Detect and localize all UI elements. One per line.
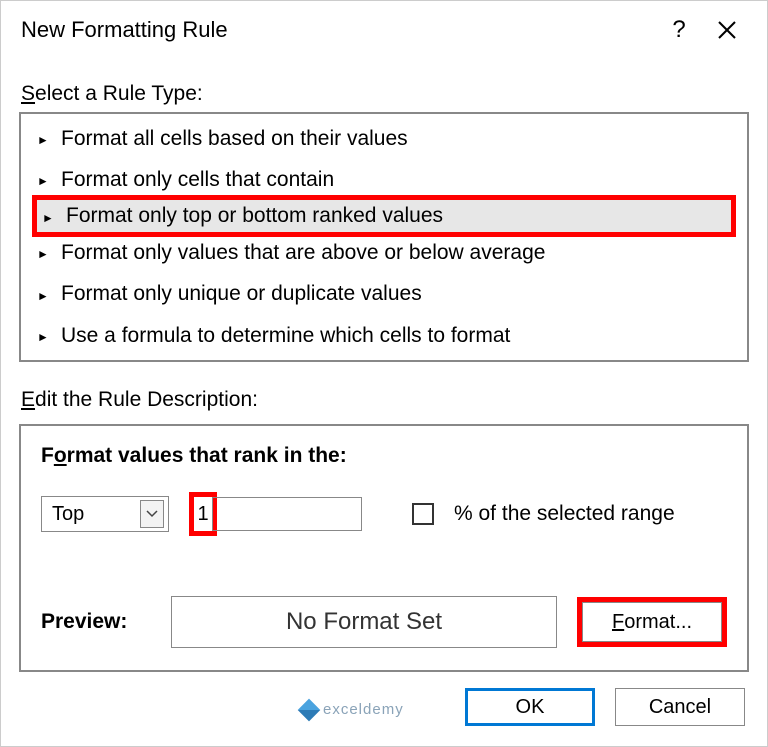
new-formatting-rule-dialog: New Formatting Rule ? Select a Rule Type…	[0, 0, 768, 747]
preview-text: No Format Set	[286, 608, 442, 636]
select-rule-type-label: Select a Rule Type:	[21, 82, 749, 106]
preview-box: No Format Set	[171, 596, 557, 648]
rule-item-2[interactable]: ► Format only top or bottom ranked value…	[32, 195, 736, 236]
percent-label: % of the selected range	[454, 502, 675, 526]
rule-icon: ►	[37, 246, 51, 263]
combo-value: Top	[52, 503, 84, 526]
rank-value-field-ext[interactable]	[212, 497, 362, 531]
rule-item-label: Format all cells based on their values	[61, 124, 408, 153]
titlebar: New Formatting Rule ?	[1, 1, 767, 60]
rule-item-label: Format only top or bottom ranked values	[66, 201, 443, 230]
rule-item-label: Format only values that are above or bel…	[61, 238, 545, 267]
rule-icon: ►	[42, 210, 56, 227]
percent-checkbox[interactable]	[412, 503, 434, 525]
preview-label: Preview:	[41, 610, 151, 634]
cancel-label: Cancel	[649, 696, 711, 719]
cancel-button[interactable]: Cancel	[615, 688, 745, 726]
rule-item-1[interactable]: ► Format only cells that contain	[21, 159, 747, 200]
ok-label: OK	[516, 696, 545, 719]
rule-icon: ►	[37, 329, 51, 346]
dialog-footer: exceldemy OK Cancel	[1, 672, 767, 746]
close-button[interactable]	[703, 6, 751, 54]
help-icon: ?	[672, 16, 685, 44]
rule-item-4[interactable]: ► Format only unique or duplicate values	[21, 273, 747, 314]
watermark: exceldemy	[301, 701, 404, 718]
dialog-content: Select a Rule Type: ► Format all cells b…	[1, 60, 767, 672]
top-bottom-combo[interactable]: Top	[41, 496, 169, 532]
rule-item-label: Format only unique or duplicate values	[61, 279, 422, 308]
rule-item-5[interactable]: ► Use a formula to determine which cells…	[21, 315, 747, 356]
combo-dropdown-button[interactable]	[140, 500, 164, 528]
format-button-highlight: Format...	[577, 597, 727, 647]
dialog-title: New Formatting Rule	[21, 17, 228, 43]
rank-row: Top % of the selected range	[41, 492, 727, 536]
rank-heading: Format values that rank in the:	[41, 444, 727, 468]
rule-icon: ►	[37, 173, 51, 190]
ok-button[interactable]: OK	[465, 688, 595, 726]
rule-item-label: Format only cells that contain	[61, 165, 334, 194]
rule-item-label: Use a formula to determine which cells t…	[61, 321, 510, 350]
edit-rule-description-label: Edit the Rule Description:	[21, 388, 749, 412]
rank-value-input[interactable]	[194, 497, 212, 531]
close-icon	[717, 20, 737, 40]
rule-item-0[interactable]: ► Format all cells based on their values	[21, 118, 747, 159]
rule-description-box: Format values that rank in the: Top	[19, 424, 749, 672]
watermark-text: exceldemy	[323, 701, 404, 718]
format-button[interactable]: Format...	[582, 602, 722, 642]
format-button-label: Format...	[612, 611, 692, 634]
chevron-down-icon	[146, 510, 158, 518]
rule-icon: ►	[37, 288, 51, 305]
watermark-icon	[298, 698, 321, 721]
help-button[interactable]: ?	[655, 6, 703, 54]
rule-type-list[interactable]: ► Format all cells based on their values…	[19, 112, 749, 362]
rule-icon: ►	[37, 132, 51, 149]
rule-item-3[interactable]: ► Format only values that are above or b…	[21, 232, 747, 273]
rank-value-input-ext[interactable]	[213, 499, 361, 529]
preview-row: Preview: No Format Set Format...	[41, 596, 727, 648]
